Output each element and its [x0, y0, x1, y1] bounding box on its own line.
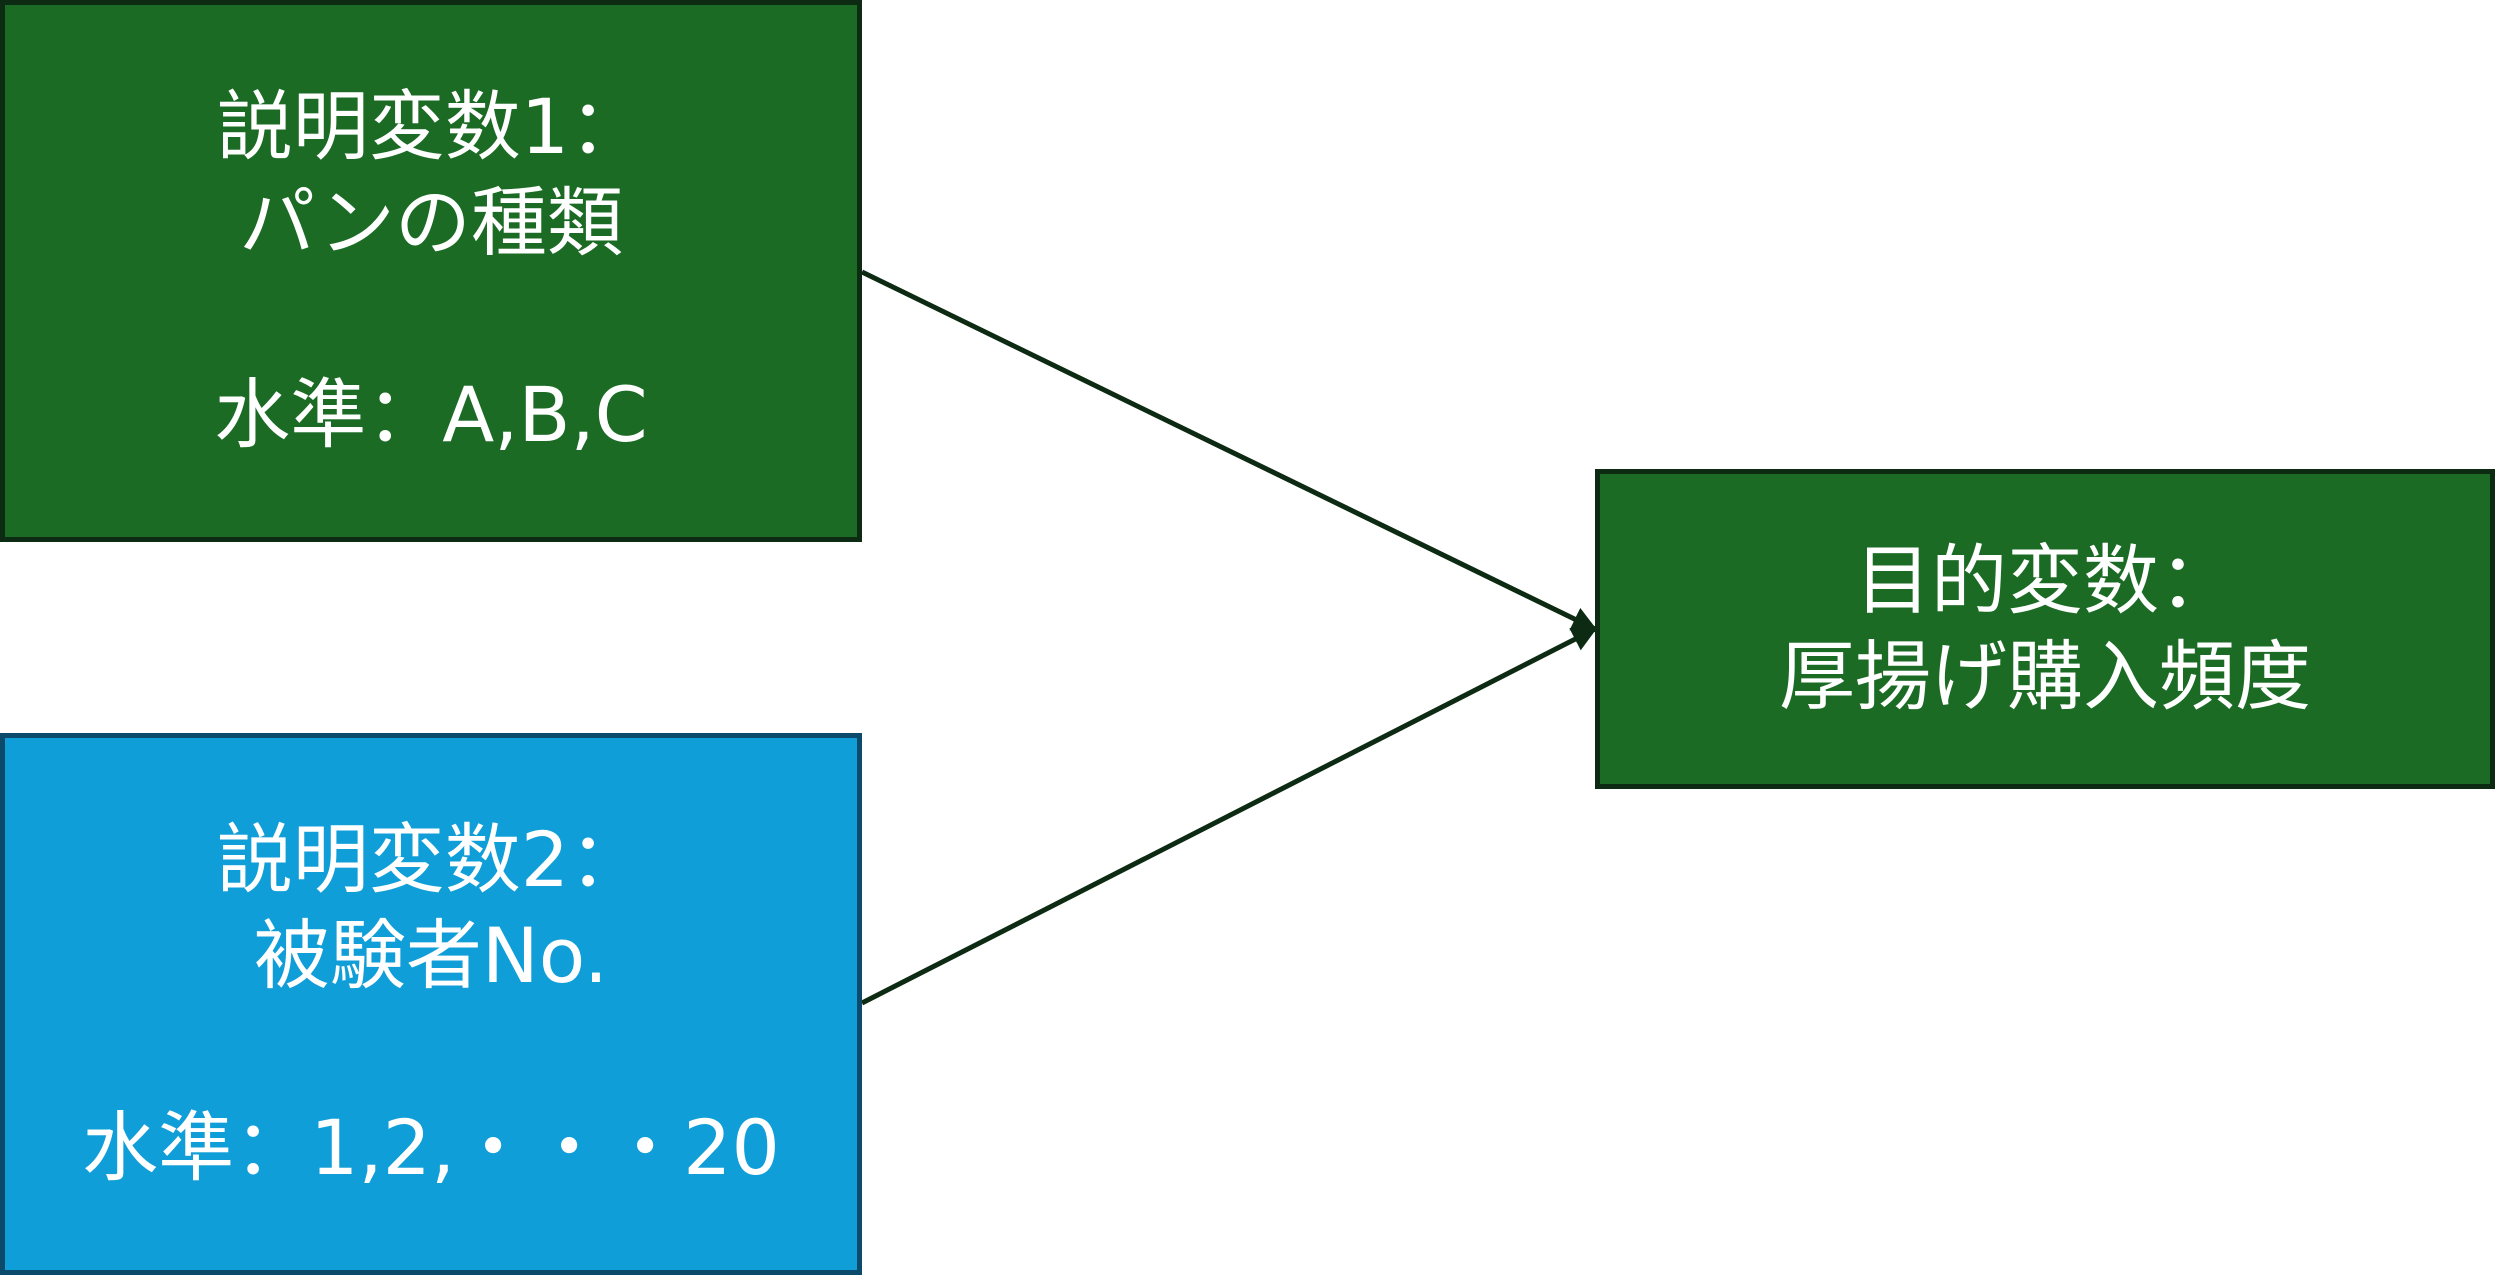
explanatory-variable-1-name: パンの種類 [239, 178, 623, 267]
explanatory-variable-1-title: 説明変数1： [216, 82, 646, 171]
arrow-explanatory2-to-target [860, 626, 1598, 1006]
explanatory-variable-2-levels: 水準：1,2,・・・20 [82, 1103, 780, 1192]
explanatory-variable-1-levels: 水準：A,B,C [214, 370, 648, 459]
explanatory-variable-1-box: 説明変数1： パンの種類 水準：A,B,C [0, 0, 862, 542]
arrow-explanatory1-to-target [860, 269, 1598, 632]
target-variable-title: 目的変数： [1855, 536, 2235, 625]
explanatory-variable-2-name: 被験者No. [253, 911, 609, 1000]
explanatory-variable-2-title: 説明変数2： [216, 815, 646, 904]
target-variable-name: 厚揚げ購入頻度 [1779, 632, 2311, 721]
target-variable-box: 目的変数： 厚揚げ購入頻度 [1595, 469, 2495, 789]
explanatory-variable-2-box: 説明変数2： 被験者No. 水準：1,2,・・・20 [0, 733, 862, 1275]
